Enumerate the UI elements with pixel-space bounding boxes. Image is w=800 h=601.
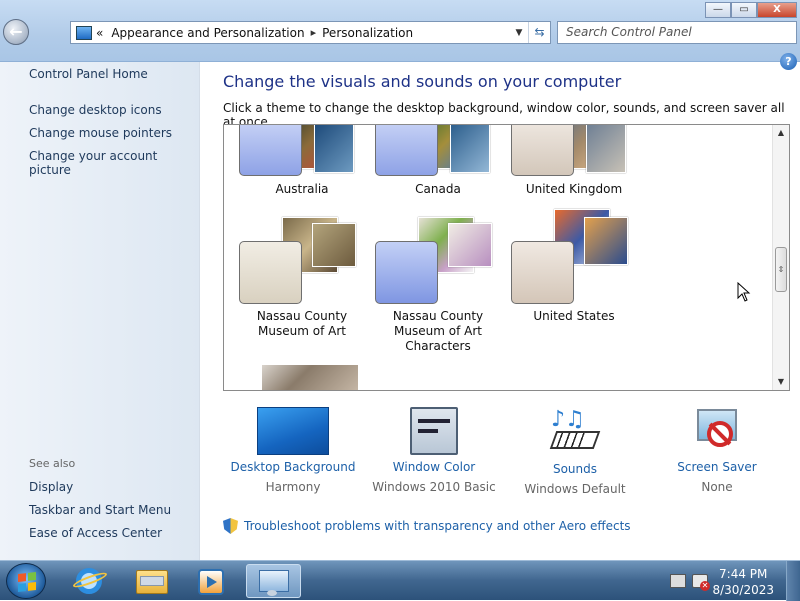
display-link[interactable]: Display [29,480,73,494]
search-input[interactable]: Search Control Panel [557,21,797,44]
screen-saver-value: None [701,480,733,494]
theme-scrollbar[interactable]: ▲ ⇕ ▼ [772,125,789,390]
breadcrumb-personalization[interactable]: Personalization [322,26,413,40]
show-desktop-button[interactable] [786,561,800,601]
theme-color-swatch [239,241,302,304]
sounds-icon: ♪♫ [549,407,601,457]
shield-icon [223,518,238,534]
change-account-picture-link[interactable]: Change your account picture [29,149,199,177]
sounds-link[interactable]: Sounds [495,462,655,476]
window-color-icon [410,407,458,455]
theme-wallpaper-preview [314,125,354,173]
network-icon[interactable] [670,574,686,588]
control-panel-home-link[interactable]: Control Panel Home [29,67,148,81]
taskbar: ✕ 7:44 PM 8/30/2023 [0,560,800,601]
desktop-background-option[interactable]: Desktop Background Harmony [213,407,373,494]
taskbar-start-menu-link[interactable]: Taskbar and Start Menu [29,503,171,517]
theme-canada[interactable]: Canada [360,125,500,199]
window-controls: — ▭ X [705,2,797,18]
sounds-option[interactable]: ♪♫ Sounds Windows Default [495,407,655,496]
maximize-button[interactable]: ▭ [731,2,757,18]
scroll-up-icon[interactable]: ▲ [773,125,789,141]
theme-wallpaper-preview [448,223,492,267]
refresh-icon[interactable]: ⇆ [528,22,550,43]
theme-color-swatch [239,125,302,176]
theme-label: Canada [415,182,461,196]
theme-wallpaper-preview [450,125,490,173]
screen-saver-icon [693,407,741,455]
theme-wallpaper-preview [586,125,626,173]
close-button[interactable]: X [757,2,797,18]
scroll-thumb[interactable]: ⇕ [775,247,787,292]
mute-badge-icon: ✕ [700,581,710,591]
breadcrumb-separator-icon[interactable]: ▸ [311,26,317,39]
theme-australia[interactable]: Australia [224,125,364,199]
breadcrumb-appearance[interactable]: Appearance and Personalization [111,26,304,40]
theme-united-kingdom[interactable]: United Kingdom [496,125,636,199]
theme-label: United States [533,309,615,323]
change-mouse-pointers-link[interactable]: Change mouse pointers [29,126,172,140]
main-content: ? Change the visuals and sounds on your … [201,53,800,560]
sounds-value: Windows Default [524,482,626,496]
control-panel-icon [76,25,92,40]
taskbar-media-player[interactable] [184,564,239,598]
windows-logo-icon [18,572,36,592]
theme-nassau-county-museum-of-art-characters[interactable]: Nassau County Museum of Art Characters [360,215,500,355]
minimize-button[interactable]: — [705,2,731,18]
theme-label: United Kingdom [525,182,623,196]
window-color-link[interactable]: Window Color [354,460,514,474]
see-also-label: See also [29,457,76,470]
theme-united-states[interactable]: United States [496,209,636,355]
change-desktop-icons-link[interactable]: Change desktop icons [29,103,162,117]
address-bar[interactable]: « Appearance and Personalization ▸ Perso… [70,21,551,44]
page-title: Change the visuals and sounds on your co… [223,72,622,91]
taskbar-control-panel[interactable] [246,564,301,598]
back-arrow-icon: ← [9,22,23,41]
taskbar-internet-explorer[interactable] [62,564,117,598]
window-titlebar: — ▭ X ← « Appearance and Personalization… [0,0,800,62]
troubleshoot-link[interactable]: Troubleshoot problems with transparency … [244,519,631,533]
troubleshoot-aero[interactable]: Troubleshoot problems with transparency … [223,518,631,534]
mouse-cursor-icon [737,282,751,302]
window-color-option[interactable]: Window Color Windows 2010 Basic [354,407,514,494]
left-navigation: Control Panel Home Change desktop icons … [0,62,200,560]
clock-date: 8/30/2023 [712,583,774,597]
window-color-value: Windows 2010 Basic [372,480,496,494]
theme-wallpaper-preview [262,365,358,390]
control-panel-taskbar-icon [259,570,289,592]
back-button[interactable]: ← [3,19,29,45]
desktop-background-value: Harmony [265,480,321,494]
theme-label: Nassau County Museum of Art Characters [392,309,484,353]
desktop-background-link[interactable]: Desktop Background [213,460,373,474]
ease-of-access-link[interactable]: Ease of Access Center [29,526,162,540]
theme-color-swatch [375,241,438,304]
breadcrumb-overflow[interactable]: « [96,26,103,40]
theme-color-swatch [375,125,438,176]
scroll-down-icon[interactable]: ▼ [773,374,789,390]
screen-saver-option[interactable]: Screen Saver None [637,407,797,494]
address-dropdown-icon[interactable]: ▼ [510,28,528,38]
theme-gallery: Australia Canada United Kingdom Nassau C… [223,124,790,391]
theme-label: Australia [275,182,329,196]
start-button[interactable] [6,563,46,599]
theme-color-swatch [511,241,574,304]
theme-wallpaper-preview [584,217,628,265]
screen-saver-link[interactable]: Screen Saver [637,460,797,474]
help-icon[interactable]: ? [780,53,797,70]
theme-wallpaper-preview [312,223,356,267]
taskbar-clock[interactable]: 7:44 PM 8/30/2023 [712,566,774,598]
desktop-background-icon [257,407,329,455]
theme-color-swatch [511,125,574,176]
theme-nassau-county-museum-of-art[interactable]: Nassau County Museum of Art [224,215,364,355]
taskbar-file-explorer[interactable] [124,564,179,598]
theme-label: Nassau County Museum of Art [256,309,348,338]
clock-time: 7:44 PM [719,567,768,581]
